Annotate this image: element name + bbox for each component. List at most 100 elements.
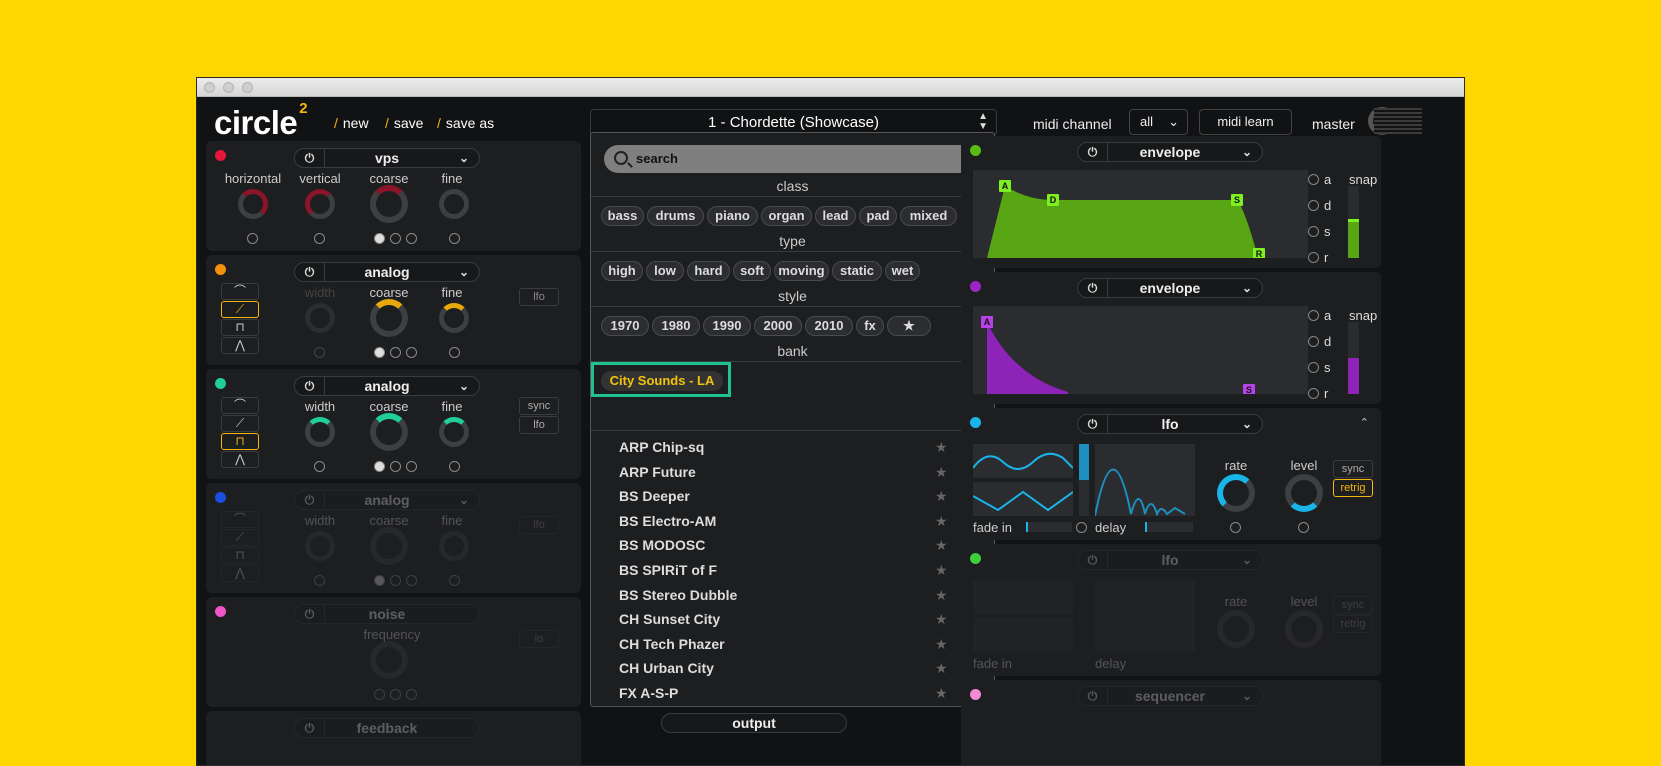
wave-square-button[interactable]: ⊓ xyxy=(221,433,259,450)
class-chip[interactable]: drums xyxy=(647,206,704,226)
wave-sine-button[interactable]: ⌒ xyxy=(221,511,259,528)
output-select[interactable]: output xyxy=(661,713,847,733)
fade-in-slider[interactable] xyxy=(1026,522,1072,532)
preset-list-item[interactable]: CH Urban City xyxy=(619,660,714,676)
option-d[interactable]: d xyxy=(1308,198,1331,213)
snap-meter[interactable] xyxy=(1348,186,1359,258)
wave-square-button[interactable]: ⊓ xyxy=(221,319,259,336)
wave-square-button[interactable]: ⊓ xyxy=(221,547,259,564)
type-chip[interactable]: hard xyxy=(687,261,730,281)
radio[interactable] xyxy=(374,233,385,244)
coarse-knob[interactable] xyxy=(370,413,408,451)
wave-triangle-button[interactable]: ⋀ xyxy=(221,451,259,468)
radio[interactable] xyxy=(390,575,401,586)
frequency-knob[interactable] xyxy=(370,641,408,679)
wave-triangle-button[interactable]: ⋀ xyxy=(221,337,259,354)
midi-channel-select[interactable]: all ⌄ xyxy=(1129,109,1188,135)
style-chip[interactable]: 2000 xyxy=(754,316,802,336)
star-icon[interactable]: ★ xyxy=(935,464,948,481)
radio[interactable] xyxy=(314,347,325,358)
rate-knob[interactable] xyxy=(1217,474,1255,512)
new-button[interactable]: / new xyxy=(334,115,369,131)
envelope-1-display[interactable]: A D S R xyxy=(973,170,1308,258)
star-icon[interactable]: ★ xyxy=(935,439,948,456)
star-icon[interactable]: ★ xyxy=(935,611,948,628)
retrig-button[interactable]: retrig xyxy=(1333,615,1373,633)
level-knob[interactable] xyxy=(1285,474,1323,512)
radio[interactable] xyxy=(1230,522,1241,533)
module-type-select[interactable]: ⏻ envelope ⌄ xyxy=(1077,278,1263,298)
module-type-select[interactable]: ⏻ noise xyxy=(294,604,480,624)
power-icon[interactable]: ⏻ xyxy=(1078,551,1108,569)
class-chip[interactable]: bass xyxy=(601,206,644,226)
radio[interactable] xyxy=(1076,522,1087,533)
search-input[interactable]: search xyxy=(604,145,984,173)
width-knob[interactable] xyxy=(305,417,335,447)
coarse-knob[interactable] xyxy=(370,185,408,223)
module-type-select[interactable]: ⏻ analog ⌄ xyxy=(294,490,480,510)
fine-knob[interactable] xyxy=(439,531,469,561)
power-icon[interactable]: ⏻ xyxy=(295,719,325,737)
wave-saw-button[interactable]: ⟋ xyxy=(221,529,259,546)
module-type-select[interactable]: ⏻ feedback xyxy=(294,718,480,738)
preset-list-item[interactable]: BS Deeper xyxy=(619,488,690,504)
radio[interactable] xyxy=(1298,522,1309,533)
type-chip[interactable]: high xyxy=(601,261,643,281)
power-icon[interactable]: ⏻ xyxy=(1078,279,1108,297)
sync-button[interactable]: sync xyxy=(1333,460,1373,478)
close-window-button[interactable] xyxy=(204,82,215,93)
radio[interactable] xyxy=(390,233,401,244)
preset-list-item[interactable]: BS MODOSC xyxy=(619,537,705,553)
radio[interactable] xyxy=(374,347,385,358)
star-icon[interactable]: ★ xyxy=(935,636,948,653)
radio[interactable] xyxy=(314,575,325,586)
power-icon[interactable]: ⏻ xyxy=(295,491,325,509)
star-icon[interactable]: ★ xyxy=(935,488,948,505)
coarse-knob[interactable] xyxy=(370,527,408,565)
star-icon[interactable]: ★ xyxy=(935,660,948,677)
radio[interactable] xyxy=(449,461,460,472)
star-icon[interactable]: ★ xyxy=(935,537,948,554)
rate-knob[interactable] xyxy=(1217,610,1255,648)
lo-button[interactable]: lo xyxy=(519,630,559,648)
sync-button[interactable]: sync xyxy=(519,397,559,415)
option-r[interactable]: r xyxy=(1308,386,1328,401)
minimize-window-button[interactable] xyxy=(223,82,234,93)
power-icon[interactable]: ⏻ xyxy=(1078,687,1108,705)
fine-knob[interactable] xyxy=(439,303,469,333)
favorites-chip[interactable]: ★ xyxy=(887,316,931,336)
bank-chip[interactable]: City Sounds - LA xyxy=(601,371,723,391)
sustain-node[interactable]: S xyxy=(1231,194,1243,206)
power-icon[interactable]: ⏻ xyxy=(1078,415,1108,433)
level-knob[interactable] xyxy=(1285,610,1323,648)
type-chip[interactable]: low xyxy=(646,261,684,281)
up-down-arrows-icon[interactable]: ⌃ xyxy=(1360,416,1369,429)
star-icon[interactable]: ★ xyxy=(935,587,948,604)
attack-node[interactable]: A xyxy=(999,180,1011,192)
power-icon[interactable]: ⏻ xyxy=(295,149,325,167)
option-d[interactable]: d xyxy=(1308,334,1331,349)
module-type-select[interactable]: ⏻ analog ⌄ xyxy=(294,262,480,282)
preset-list-item[interactable]: BS Stereo Dubble xyxy=(619,587,737,603)
save-button[interactable]: / save xyxy=(385,115,423,131)
type-chip[interactable]: wet xyxy=(885,261,920,281)
sync-button[interactable]: sync xyxy=(1333,596,1373,614)
module-type-select[interactable]: ⏻ analog ⌄ xyxy=(294,376,480,396)
radio[interactable] xyxy=(390,347,401,358)
radio[interactable] xyxy=(314,233,325,244)
module-type-select[interactable]: ⏻ vps ⌄ xyxy=(294,148,480,168)
lfo-button[interactable]: lfo xyxy=(519,516,559,534)
preset-list-item[interactable]: ARP Chip-sq xyxy=(619,439,704,455)
option-a[interactable]: a xyxy=(1308,308,1331,323)
preset-list-item[interactable]: BS SPIRiT of F xyxy=(619,562,717,578)
lfo-mix-meter[interactable] xyxy=(1079,444,1089,516)
preset-list-item[interactable]: ARP Future xyxy=(619,464,696,480)
class-chip[interactable]: mixed xyxy=(900,206,957,226)
preset-list-item[interactable]: CH Sunset City xyxy=(619,611,720,627)
delay-slider[interactable] xyxy=(1145,522,1193,532)
midi-learn-button[interactable]: midi learn xyxy=(1199,109,1292,135)
lfo-wave-2[interactable] xyxy=(972,482,1074,516)
radio[interactable] xyxy=(449,347,460,358)
sustain-node[interactable]: S xyxy=(1243,384,1255,394)
style-chip[interactable]: 2010 xyxy=(805,316,853,336)
